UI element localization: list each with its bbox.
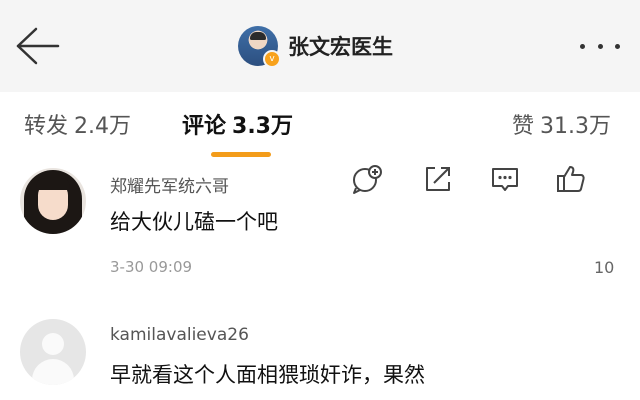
more-dots-icon [615, 43, 620, 49]
more-dots-icon [580, 43, 585, 49]
comment-button[interactable] [488, 162, 522, 196]
more-dots-icon [597, 43, 603, 49]
tab-like[interactable]: 赞 31.3万 [512, 108, 611, 140]
avatar[interactable] [20, 319, 86, 385]
page-title: 张文宏医生 [288, 35, 393, 59]
tab-repost[interactable]: 转发 2.4万 [24, 108, 131, 140]
reply-icon [353, 165, 382, 194]
tab-label: 赞 [512, 114, 535, 139]
comment-username[interactable]: kamilavalieva26 [110, 325, 249, 345]
comment-timestamp: 3-30 09:09 [110, 258, 193, 276]
comment-icon [492, 168, 518, 191]
comment-item: kamilavalieva26 早就看这个人面相猥琐奸诈，果然 [0, 305, 640, 400]
active-tab-indicator [211, 152, 271, 157]
thumbs-up-icon [557, 166, 585, 192]
comment-username[interactable]: 郑耀先军统六哥 [110, 172, 229, 197]
avatar[interactable] [20, 168, 86, 234]
arrow-left-icon [16, 27, 60, 65]
tab-count: 31.3万 [540, 114, 612, 139]
comment-item: 郑耀先军统六哥 给大伙儿磕一个吧 3-30 09:09 10 [0, 162, 640, 302]
tab-label: 评论 [182, 114, 227, 139]
avatar[interactable]: v [238, 26, 281, 68]
tab-label: 转发 [24, 114, 69, 139]
back-button[interactable] [14, 26, 62, 66]
verified-badge-icon: v [263, 50, 281, 68]
tab-count: 2.4万 [74, 114, 132, 139]
comment-text: 早就看这个人面相猥琐奸诈，果然 [110, 363, 425, 387]
share-icon [426, 167, 450, 191]
reply-button[interactable] [350, 162, 384, 196]
like-count: 10 [594, 258, 615, 277]
more-button[interactable] [580, 40, 620, 52]
profile-title[interactable]: v 张文宏医生 [238, 24, 393, 68]
top-bar: v 张文宏医生 [0, 0, 640, 92]
like-button[interactable] [554, 162, 588, 196]
tab-count: 3.3万 [232, 114, 293, 139]
tab-bar: 转发 2.4万 评论 3.3万 赞 31.3万 [0, 92, 640, 162]
comment-text: 给大伙儿磕一个吧 [110, 210, 278, 234]
share-button[interactable] [421, 162, 455, 196]
